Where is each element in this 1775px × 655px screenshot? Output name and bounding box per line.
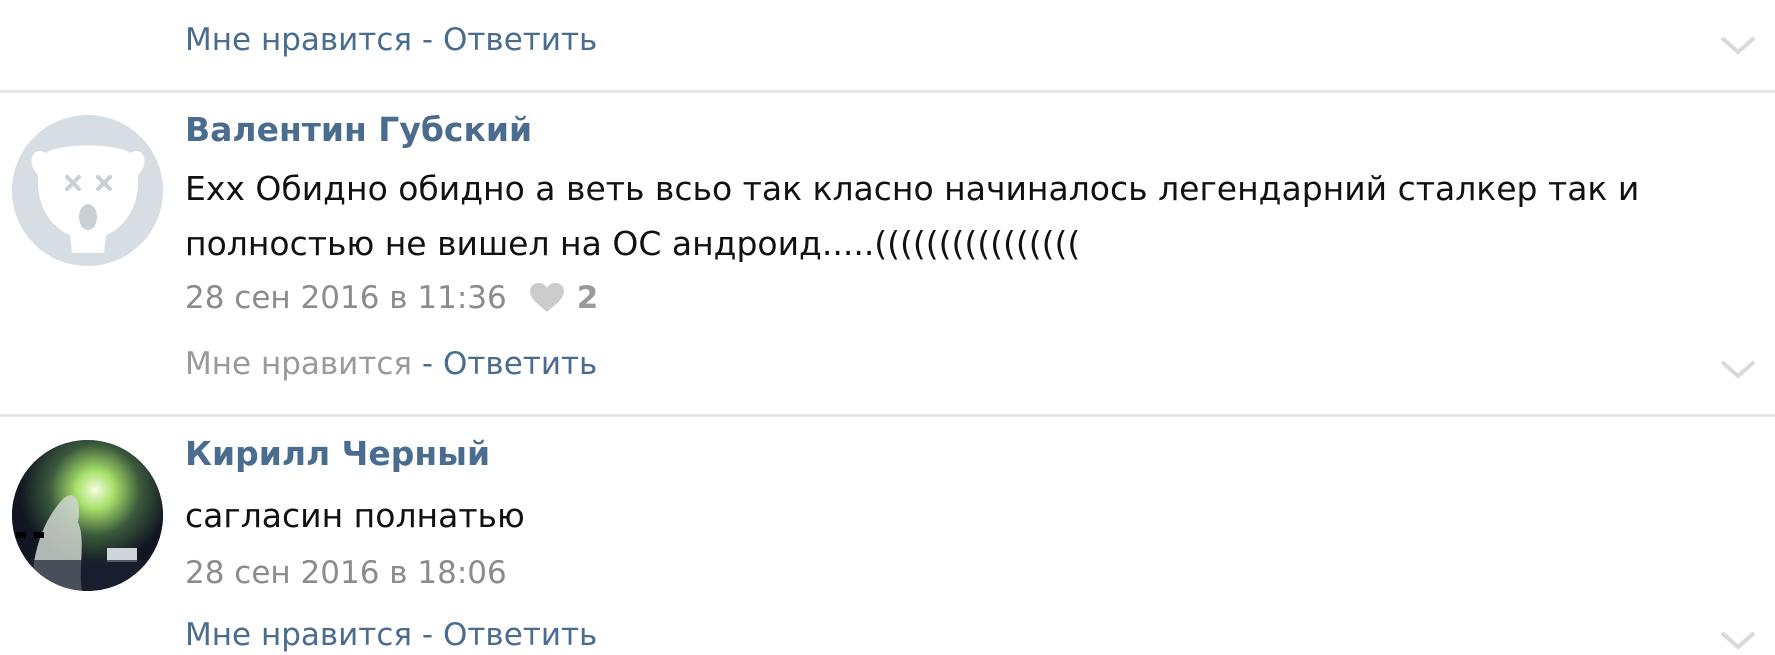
comment-actions: Мне нравится - Ответить [185,617,597,653]
reply-link[interactable]: Ответить [443,346,597,382]
chevron-down-icon[interactable] [1718,354,1758,384]
reply-link[interactable]: Ответить [443,617,597,653]
reply-link[interactable]: Ответить [443,22,597,58]
comment-text: Exx Обидно обидно а веть всьо так класно… [185,169,1640,263]
divider [0,90,1775,93]
comment-meta: 28 сен 2016 в 18:06 [185,555,507,591]
avatar[interactable] [12,440,163,591]
comments-page: Мне нравится - Ответить Валентин Губский… [0,0,1775,655]
like-link[interactable]: Мне нравится [185,346,412,382]
chevron-down-icon[interactable] [1718,625,1758,655]
user-photo-avatar [12,440,163,591]
like-count: 2 [576,280,599,316]
like-link[interactable]: Мне нравится [185,22,412,58]
chevron-down-icon[interactable] [1718,30,1758,60]
actions-separator: - [412,617,443,653]
comment-author[interactable]: Валентин Губский [185,110,532,149]
actions-separator: - [412,22,443,58]
heart-icon[interactable] [529,282,565,314]
comment-date: 28 сен 2016 в 11:36 [185,280,507,316]
actions-separator: - [412,346,443,382]
comment-meta: 28 сен 2016 в 11:36 2 [185,280,598,316]
vk-dog-avatar-icon [12,115,163,266]
avatar[interactable] [12,115,163,266]
like-link[interactable]: Мне нравится [185,617,412,653]
comment-date: 28 сен 2016 в 18:06 [185,555,507,591]
comment-text: сагласин полнатью [185,496,525,535]
comment-actions: Мне нравится - Ответить [185,22,597,58]
comment-author[interactable]: Кирилл Черный [185,434,490,473]
comment-actions: Мне нравится - Ответить [185,346,597,382]
divider [0,414,1775,417]
